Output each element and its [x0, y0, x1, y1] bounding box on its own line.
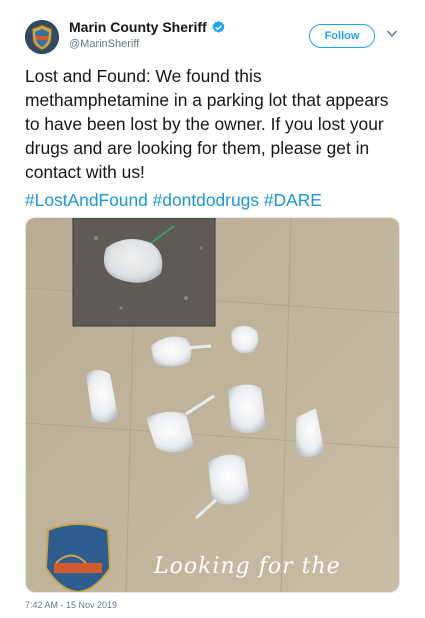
author-name[interactable]: Marin County Sheriff — [69, 19, 207, 35]
hashtag-link[interactable]: #LostAndFound — [25, 190, 148, 210]
verified-badge-icon — [212, 20, 225, 33]
photo-overlay-caption: Looking for the — [154, 554, 341, 579]
author-name-row: Marin County Sheriff — [69, 19, 226, 35]
photo-image — [26, 218, 399, 592]
author-avatar[interactable] — [25, 20, 59, 54]
chevron-down-icon[interactable] — [387, 30, 397, 38]
tweet-photo[interactable]: Looking for the — [25, 217, 400, 593]
hashtag-link[interactable]: #DARE — [264, 190, 322, 210]
hashtag-link[interactable]: #dontdodrugs — [153, 190, 259, 210]
author-handle[interactable]: @MarinSheriff — [69, 38, 139, 50]
tweet-text: Lost and Found: We found this methamphet… — [25, 66, 389, 182]
tweet-timestamp[interactable]: 7:42 AM - 15 Nov 2019 — [25, 600, 117, 610]
tweet-card: Marin County Sheriff @MarinSheriff Follo… — [0, 0, 425, 618]
sheriff-badge-avatar-icon — [25, 20, 59, 54]
follow-button[interactable]: Follow — [309, 24, 375, 48]
hashtag-list: #LostAndFound #dontdodrugs #DARE — [25, 188, 322, 212]
inset-photo — [72, 218, 216, 327]
